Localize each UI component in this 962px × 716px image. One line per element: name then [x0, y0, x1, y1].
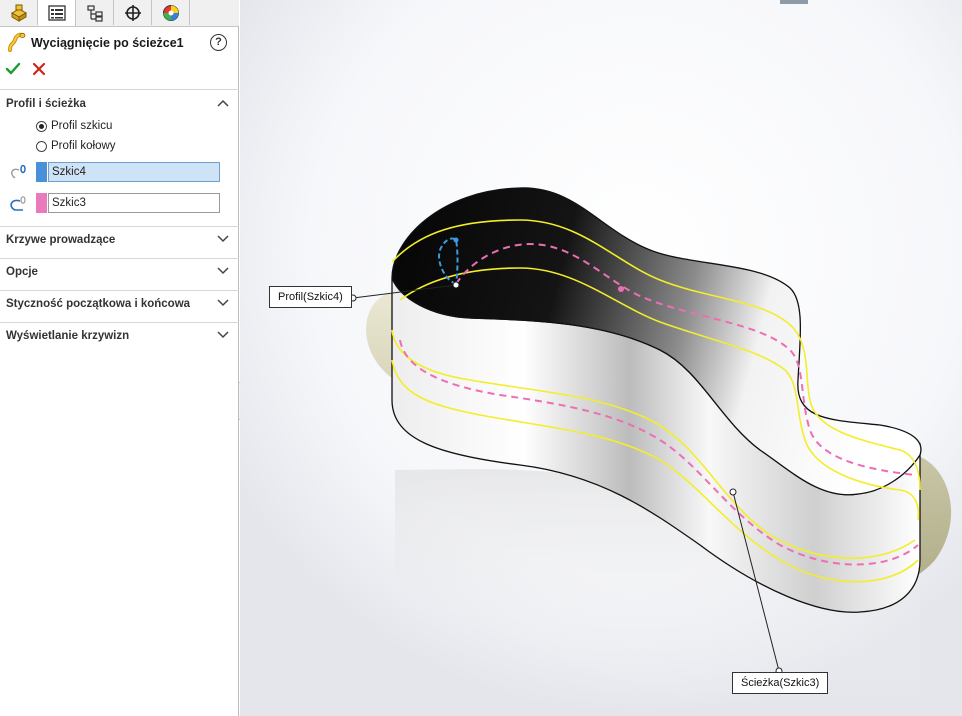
- sweep-feature-icon: [8, 32, 26, 52]
- path-color-swatch: [36, 193, 47, 213]
- group-curvature-display[interactable]: Wyświetlanie krzywizn: [0, 325, 239, 349]
- profile-selection-field[interactable]: Szkic4: [48, 162, 220, 182]
- group-options[interactable]: Opcje: [0, 261, 239, 285]
- path-icon: [10, 196, 26, 211]
- tab-configuration-manager[interactable]: [76, 0, 114, 25]
- profile-sketch-point: [453, 237, 459, 243]
- chevron-down-icon[interactable]: [217, 267, 229, 275]
- leader-anchor: [452, 281, 460, 289]
- model-preview: [240, 0, 962, 716]
- feature-manager-icon: [10, 4, 27, 22]
- graphics-viewport[interactable]: [240, 0, 962, 716]
- group-label: Opcje: [6, 266, 38, 278]
- property-manager-icon: [47, 5, 66, 21]
- tab-property-manager[interactable]: [38, 0, 76, 26]
- group-label: Krzywe prowadzące: [6, 234, 116, 246]
- radio-sketch-profile[interactable]: Profil szkicu: [36, 118, 112, 134]
- radio-button[interactable]: [36, 120, 47, 132]
- close-icon[interactable]: [32, 62, 46, 76]
- radio-button[interactable]: [36, 140, 47, 152]
- path-selection-field[interactable]: Szkic3: [48, 193, 220, 213]
- section-divider: [0, 322, 239, 323]
- profile-callout[interactable]: Profil(Szkic4): [269, 286, 352, 308]
- manager-tabs: [0, 0, 239, 27]
- property-manager-panel: Wyciągnięcie po ścieżce1 ? Profil i ście…: [0, 0, 239, 716]
- chevron-down-icon[interactable]: [217, 235, 229, 243]
- leader-anchor: [729, 488, 737, 496]
- property-manager-header: Wyciągnięcie po ścieżce1 ?: [0, 30, 239, 56]
- section-divider: [0, 226, 239, 227]
- heads-up-toolbar-fragment: [780, 0, 808, 4]
- radio-label: Profil szkicu: [51, 120, 113, 132]
- page-title: Wyciągnięcie po ścieżce1: [31, 36, 184, 50]
- group-guide-curves[interactable]: Krzywe prowadzące: [0, 229, 239, 253]
- group-label: Wyświetlanie krzywizn: [6, 330, 130, 342]
- chevron-down-icon[interactable]: [217, 299, 229, 307]
- path-sketch-point: [618, 286, 624, 292]
- section-divider: [0, 89, 239, 90]
- tab-feature-manager[interactable]: [0, 0, 38, 25]
- display-manager-icon: [162, 4, 179, 21]
- chevron-down-icon[interactable]: [217, 331, 229, 339]
- tab-display-manager[interactable]: [152, 0, 190, 25]
- profile-color-swatch: [36, 162, 47, 182]
- configuration-manager-icon: [86, 4, 103, 22]
- section-divider: [0, 258, 239, 259]
- profile-selection-row: Szkic4: [0, 161, 239, 185]
- group-tangency[interactable]: Styczność początkowa i końcowa: [0, 293, 239, 317]
- question-icon[interactable]: ?: [210, 34, 227, 51]
- path-selection-row: Szkic3: [0, 192, 239, 216]
- chevron-up-icon[interactable]: [217, 99, 229, 107]
- tab-dimxpert-manager[interactable]: [114, 0, 152, 25]
- group-label: Styczność początkowa i końcowa: [6, 298, 191, 310]
- group-profile-path[interactable]: Profil i ścieżka: [0, 93, 239, 117]
- radio-label: Profil kołowy: [51, 140, 116, 152]
- group-label: Profil i ścieżka: [6, 98, 86, 110]
- path-callout[interactable]: Ścieżka(Szkic3): [732, 672, 829, 694]
- dimxpert-manager-icon: [124, 4, 141, 21]
- radio-circular-profile[interactable]: Profil kołowy: [36, 138, 116, 154]
- profile-icon: [11, 164, 26, 179]
- section-divider: [0, 290, 239, 291]
- checkmark-icon[interactable]: [5, 61, 21, 77]
